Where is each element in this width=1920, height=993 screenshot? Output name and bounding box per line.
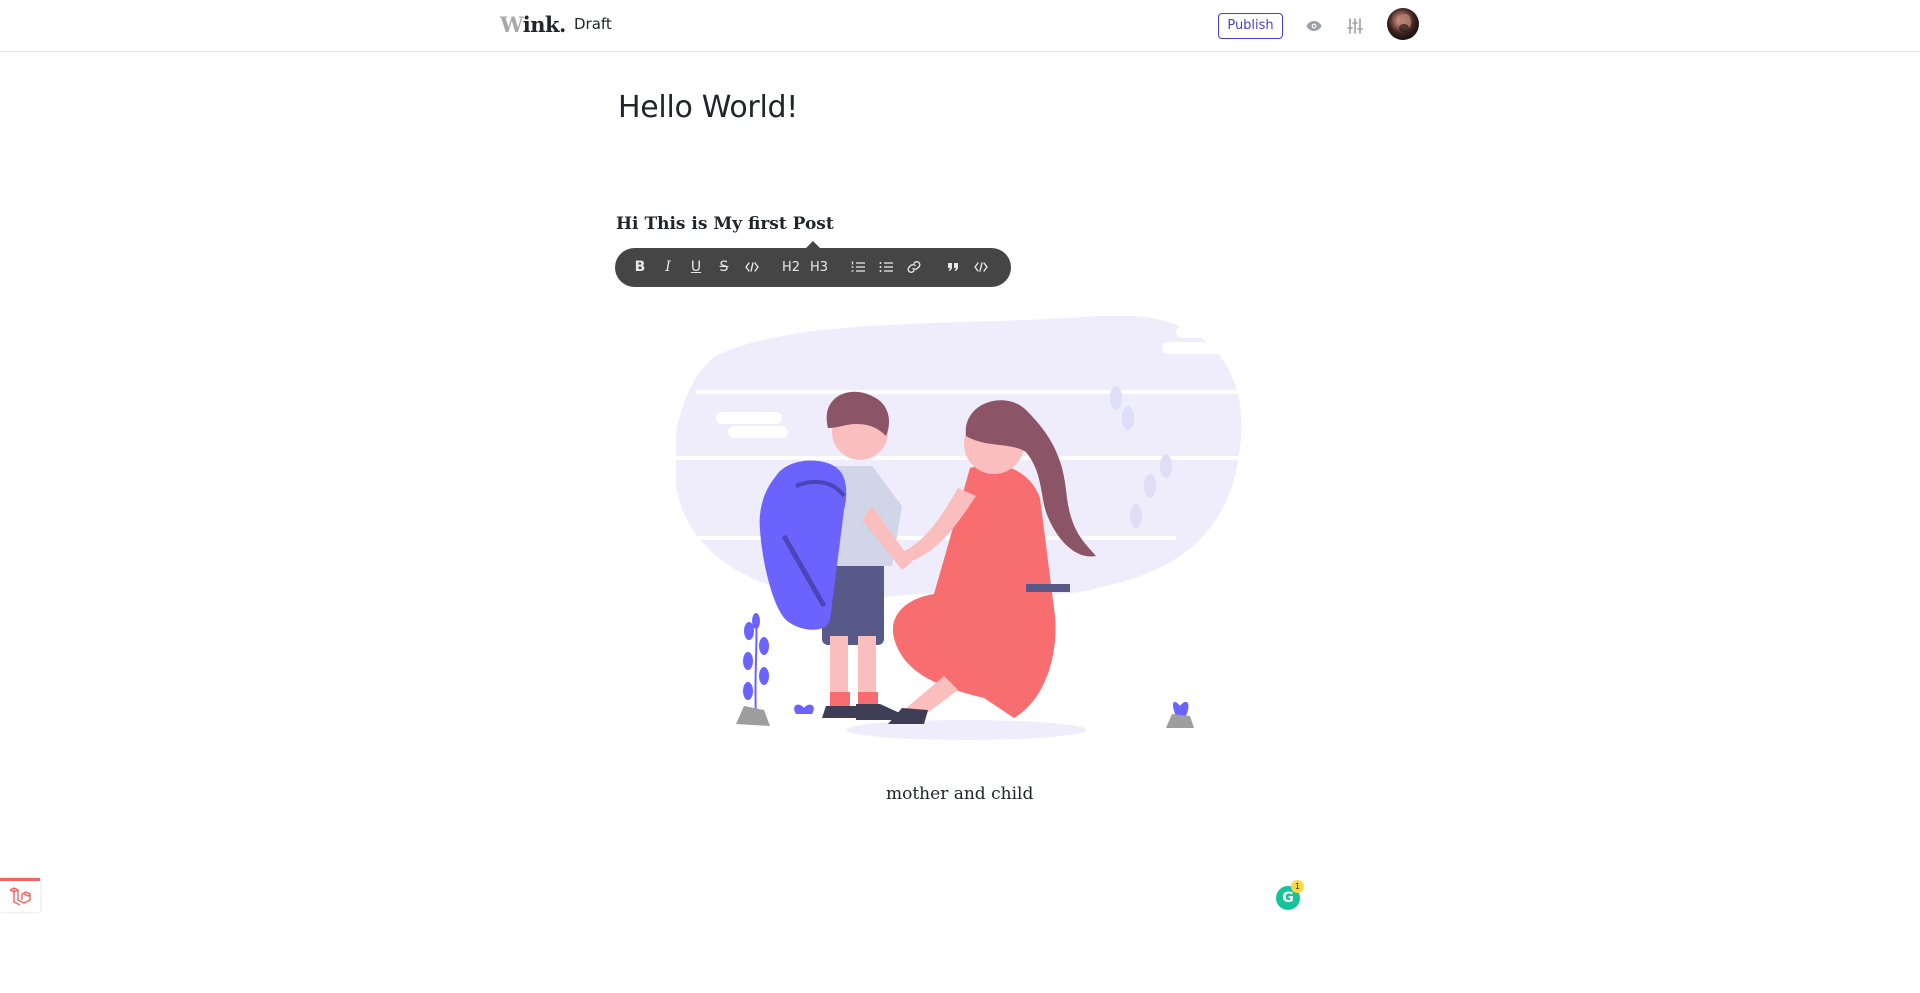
strikethrough-button[interactable]: S: [713, 256, 735, 278]
post-image[interactable]: [676, 316, 1248, 742]
inline-code-button[interactable]: [741, 256, 763, 278]
ordered-list-icon: [851, 261, 865, 272]
post-status: Draft: [574, 15, 612, 33]
code-icon: [745, 262, 759, 272]
post-title[interactable]: Hello World!: [618, 90, 798, 125]
link-button[interactable]: [903, 256, 925, 278]
link-icon: [907, 261, 921, 273]
underline-button[interactable]: U: [685, 256, 707, 278]
code-block-icon: [974, 262, 988, 272]
laravel-icon: [9, 886, 31, 906]
italic-button[interactable]: I: [657, 256, 679, 278]
heading-2-button[interactable]: H2: [780, 256, 802, 278]
quote-icon: [948, 263, 958, 271]
post-body-text[interactable]: Hi This is My first Post: [616, 214, 834, 234]
heading-3-button[interactable]: H3: [808, 256, 830, 278]
top-bar: Wink. Draft Publish: [0, 0, 1920, 52]
bold-button[interactable]: B: [629, 256, 651, 278]
grammarly-alert-count: 1: [1291, 880, 1304, 893]
sliders-icon[interactable]: [1343, 14, 1367, 38]
bullet-list-icon: [879, 262, 893, 272]
brand-logo[interactable]: Wink.: [500, 12, 566, 37]
formatting-toolbar: B I U S H2 H3: [615, 248, 1011, 287]
bullet-list-button[interactable]: [875, 256, 897, 278]
ordered-list-button[interactable]: [847, 256, 869, 278]
eye-icon[interactable]: [1302, 14, 1326, 38]
laravel-debugbar-tab[interactable]: [0, 878, 40, 912]
publish-button[interactable]: Publish: [1218, 13, 1283, 39]
toolbar-pointer: [806, 241, 820, 248]
user-avatar[interactable]: [1387, 8, 1419, 40]
grammarly-icon: G: [1282, 890, 1294, 906]
image-caption[interactable]: mother and child: [886, 784, 1033, 804]
code-block-button[interactable]: [970, 256, 992, 278]
blockquote-button[interactable]: [942, 256, 964, 278]
